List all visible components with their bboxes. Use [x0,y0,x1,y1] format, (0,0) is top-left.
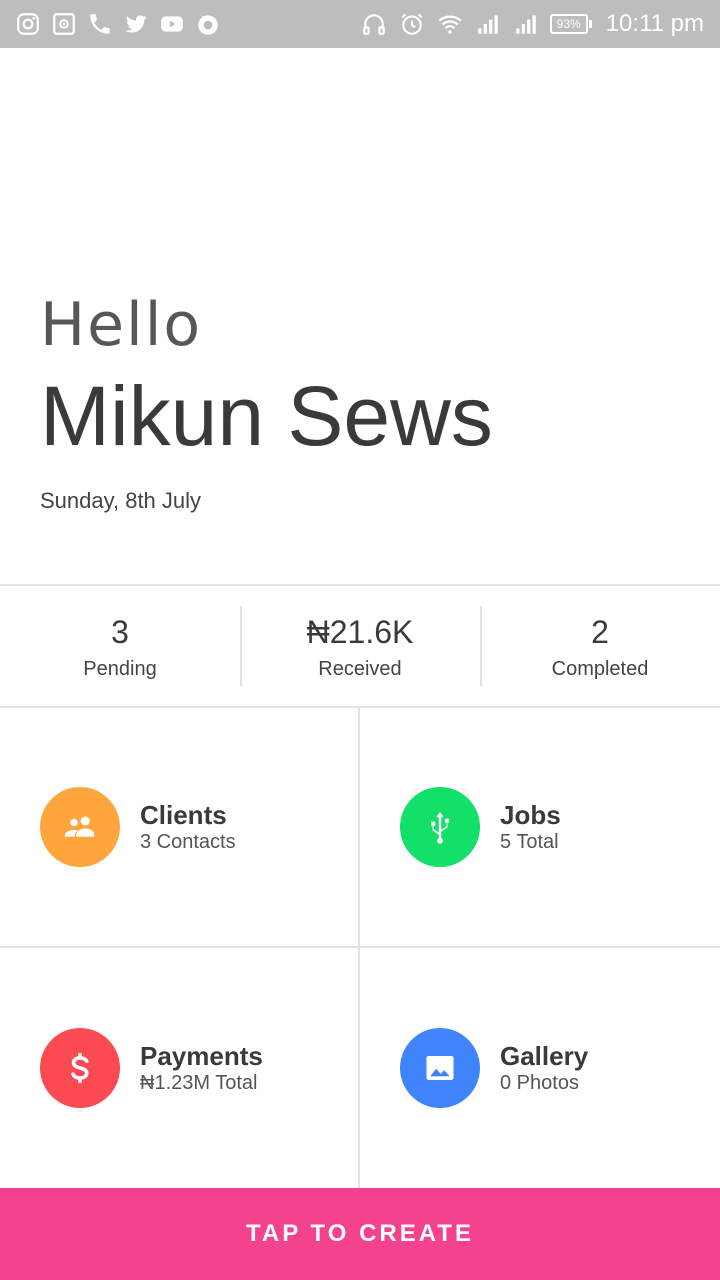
tap-to-create-button[interactable]: TAP TO CREATE [0,1188,720,1280]
dollar-icon [40,1028,120,1108]
wifi-icon [436,10,464,38]
tile-title: Payments [140,1041,263,1071]
twitter-icon [122,10,150,38]
headphones-icon [360,10,388,38]
usb-icon [400,787,480,867]
tile-payments[interactable]: Payments ₦1.23M Total [0,948,360,1188]
phone-icon [86,10,114,38]
tile-title: Jobs [500,800,561,830]
greeting-section: Hello Mikun Sews Sunday, 8th July [40,290,493,514]
signal-icon-2 [512,10,540,38]
stat-value: 3 [111,613,129,650]
menu-grid: Clients 3 Contacts Jobs 5 Total Payments… [0,708,720,1188]
screenshot-icon [50,10,78,38]
youtube-icon [158,10,186,38]
battery-indicator: 93% [549,14,592,34]
tile-text: Jobs 5 Total [500,800,561,854]
stat-label: Completed [551,657,649,680]
tile-text: Gallery 0 Photos [500,1041,588,1095]
instagram-icon [14,10,42,38]
tile-gallery[interactable]: Gallery 0 Photos [360,948,720,1188]
notification-icons [14,8,222,40]
status-bar: 93% 10:11 pm [0,0,720,48]
tile-subtitle: ₦1.23M Total [140,1072,258,1094]
stat-label: Received [318,657,402,680]
battery-level: 93% [549,14,588,34]
stat-value: 2 [591,613,609,650]
status-time: 10:11 pm [605,10,704,37]
tile-title: Gallery [500,1041,589,1071]
tile-text: Payments ₦1.23M Total [140,1041,263,1095]
stat-value: ₦21.6K [306,613,414,650]
greeting-hello: Hello [40,290,203,360]
tile-subtitle: 0 Photos [500,1072,579,1094]
tile-jobs[interactable]: Jobs 5 Total [360,708,720,948]
tile-subtitle: 3 Contacts [140,831,236,853]
stats-bar: 3 Pending ₦21.6K Received 2 Completed [0,584,720,708]
signal-icon [474,10,502,38]
alarm-icon [398,10,426,38]
battery-tip [588,20,592,28]
stat-completed[interactable]: 2 Completed [480,586,720,706]
people-icon [40,787,120,867]
tile-title: Clients [140,800,227,830]
image-icon [400,1028,480,1108]
firefox-icon [194,10,222,38]
current-date: Sunday, 8th July [40,488,202,513]
tile-text: Clients 3 Contacts [140,800,236,854]
business-name: Mikun Sews [40,369,493,463]
tile-subtitle: 5 Total [500,831,559,853]
stat-pending[interactable]: 3 Pending [0,586,240,706]
stat-label: Pending [83,657,157,680]
stat-received[interactable]: ₦21.6K Received [240,586,480,706]
system-icons: 93% 10:11 pm [360,8,704,40]
tile-clients[interactable]: Clients 3 Contacts [0,708,360,948]
